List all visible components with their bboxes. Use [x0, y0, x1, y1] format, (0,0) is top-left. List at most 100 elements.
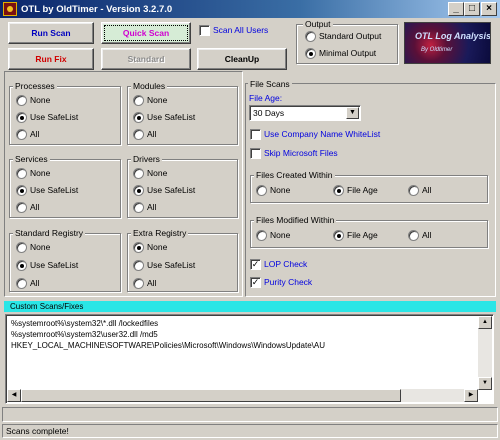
custom-scans-textarea[interactable]: %systemroot%\system32\*.dll /lockedfiles… [5, 314, 494, 404]
modules-safelist-label: Use SafeList [147, 112, 196, 122]
created-all-radio[interactable] [408, 185, 419, 196]
processes-all-label: All [30, 129, 40, 139]
chevron-down-icon[interactable]: ▼ [346, 107, 359, 119]
modules-all-label: All [147, 129, 157, 139]
standard-output-label: Standard Output [319, 31, 382, 41]
processes-none-radio[interactable] [16, 95, 27, 106]
scroll-up-icon[interactable]: ▲ [478, 316, 492, 329]
logo-subtitle: By Oldtimer [421, 47, 453, 53]
skip-microsoft-checkbox[interactable] [250, 148, 261, 159]
minimal-output-radio[interactable] [305, 48, 316, 59]
standard-registry-all-label: All [30, 278, 40, 288]
standard-output-radio[interactable] [305, 31, 316, 42]
files-modified-title: Files Modified Within [254, 215, 337, 225]
scroll-thumb[interactable] [21, 389, 401, 402]
otl-window: { "window": { "title": "OTL by OldTimer … [0, 0, 500, 440]
drivers-none-label: None [147, 168, 168, 178]
drivers-safelist-label: Use SafeList [147, 185, 196, 195]
lop-check-checkbox[interactable]: ✓ [250, 259, 261, 270]
extra-registry-none-label: None [147, 242, 168, 252]
modified-none-label: None [270, 230, 291, 240]
vertical-scrollbar[interactable]: ▲ ▼ [478, 316, 492, 390]
services-safelist-label: Use SafeList [30, 185, 79, 195]
scan-all-users-label: Scan All Users [213, 25, 269, 35]
services-none-label: None [30, 168, 51, 178]
modules-safelist-radio[interactable] [133, 112, 144, 123]
modified-all-radio[interactable] [408, 230, 419, 241]
extra-registry-safelist-label: Use SafeList [147, 260, 196, 270]
services-group-title: Services [13, 154, 50, 164]
custom-scan-line: %systemroot%\system32\*.dll /lockedfiles [11, 319, 159, 328]
scroll-left-icon[interactable]: ◀ [7, 389, 21, 402]
standard-registry-safelist-label: Use SafeList [30, 260, 79, 270]
created-none-label: None [270, 185, 291, 195]
processes-all-radio[interactable] [16, 129, 27, 140]
custom-scan-line: %systemroot%\system32\user32.dll /md5 [11, 330, 158, 339]
drivers-all-label: All [147, 202, 157, 212]
status-bar: Scans complete! [2, 424, 498, 438]
modified-none-radio[interactable] [256, 230, 267, 241]
modified-file-age-label: File Age [347, 230, 378, 240]
file-age-value: 30 Days [253, 108, 285, 118]
cleanup-button[interactable]: CleanUp [197, 48, 287, 70]
scroll-right-icon[interactable]: ▶ [464, 389, 478, 402]
custom-scan-line: HKEY_LOCAL_MACHINE\SOFTWARE\Policies\Mic… [11, 341, 326, 350]
otl-log-analysis-logo: OTL Log Analysis By Oldtimer [404, 22, 491, 64]
quick-scan-button[interactable]: Quick Scan [101, 22, 191, 44]
created-file-age-radio[interactable] [333, 185, 344, 196]
standard-registry-group-title: Standard Registry [13, 228, 86, 238]
services-all-radio[interactable] [16, 202, 27, 213]
scan-all-users-checkbox[interactable] [199, 25, 210, 36]
processes-group-title: Processes [13, 81, 57, 91]
file-scans-title: File Scans [248, 79, 292, 89]
skip-microsoft-label: Skip Microsoft Files [264, 148, 338, 158]
standard-registry-all-radio[interactable] [16, 278, 27, 289]
standard-registry-none-radio[interactable] [16, 242, 27, 253]
output-group-title: Output [303, 19, 333, 29]
drivers-safelist-radio[interactable] [133, 185, 144, 196]
file-age-label: File Age: [249, 93, 283, 103]
app-icon [3, 2, 17, 16]
extra-registry-none-radio[interactable] [133, 242, 144, 253]
extra-registry-safelist-radio[interactable] [133, 260, 144, 271]
minimize-icon[interactable]: _ [448, 2, 464, 16]
services-all-label: All [30, 202, 40, 212]
extra-registry-all-radio[interactable] [133, 278, 144, 289]
created-all-label: All [422, 185, 432, 195]
processes-safelist-label: Use SafeList [30, 112, 79, 122]
created-file-age-label: File Age [347, 185, 378, 195]
horizontal-scrollbar[interactable]: ◀ ▶ [7, 389, 478, 402]
company-whitelist-label: Use Company Name WhiteList [264, 129, 381, 139]
drivers-none-radio[interactable] [133, 168, 144, 179]
standard-registry-safelist-radio[interactable] [16, 260, 27, 271]
processes-none-label: None [30, 95, 51, 105]
modules-none-label: None [147, 95, 168, 105]
extra-registry-all-label: All [147, 278, 157, 288]
company-whitelist-checkbox[interactable] [250, 129, 261, 140]
drivers-all-radio[interactable] [133, 202, 144, 213]
services-none-radio[interactable] [16, 168, 27, 179]
modified-all-label: All [422, 230, 432, 240]
close-icon[interactable]: × [481, 2, 497, 16]
scroll-down-icon[interactable]: ▼ [478, 377, 492, 390]
custom-scans-header: Custom Scans/Fixes [4, 301, 496, 312]
run-scan-button[interactable]: Run Scan [8, 22, 94, 44]
standard-button[interactable]: Standard [101, 48, 191, 70]
created-none-radio[interactable] [256, 185, 267, 196]
modified-file-age-radio[interactable] [333, 230, 344, 241]
modules-group-title: Modules [131, 81, 168, 91]
modules-none-radio[interactable] [133, 95, 144, 106]
files-created-title: Files Created Within [254, 170, 335, 180]
progress-bar [2, 407, 498, 422]
services-safelist-radio[interactable] [16, 185, 27, 196]
title-bar: OTL by OldTimer - Version 3.2.7.0 _ □ × [0, 0, 500, 18]
modules-all-radio[interactable] [133, 129, 144, 140]
processes-safelist-radio[interactable] [16, 112, 27, 123]
extra-registry-group-title: Extra Registry [131, 228, 189, 238]
maximize-icon[interactable]: □ [464, 2, 480, 16]
file-age-dropdown[interactable]: 30 Days ▼ [249, 105, 361, 121]
window-title: OTL by OldTimer - Version 3.2.7.0 [21, 3, 173, 15]
purity-check-checkbox[interactable]: ✓ [250, 277, 261, 288]
run-fix-button[interactable]: Run Fix [8, 48, 94, 70]
drivers-group-title: Drivers [131, 154, 162, 164]
